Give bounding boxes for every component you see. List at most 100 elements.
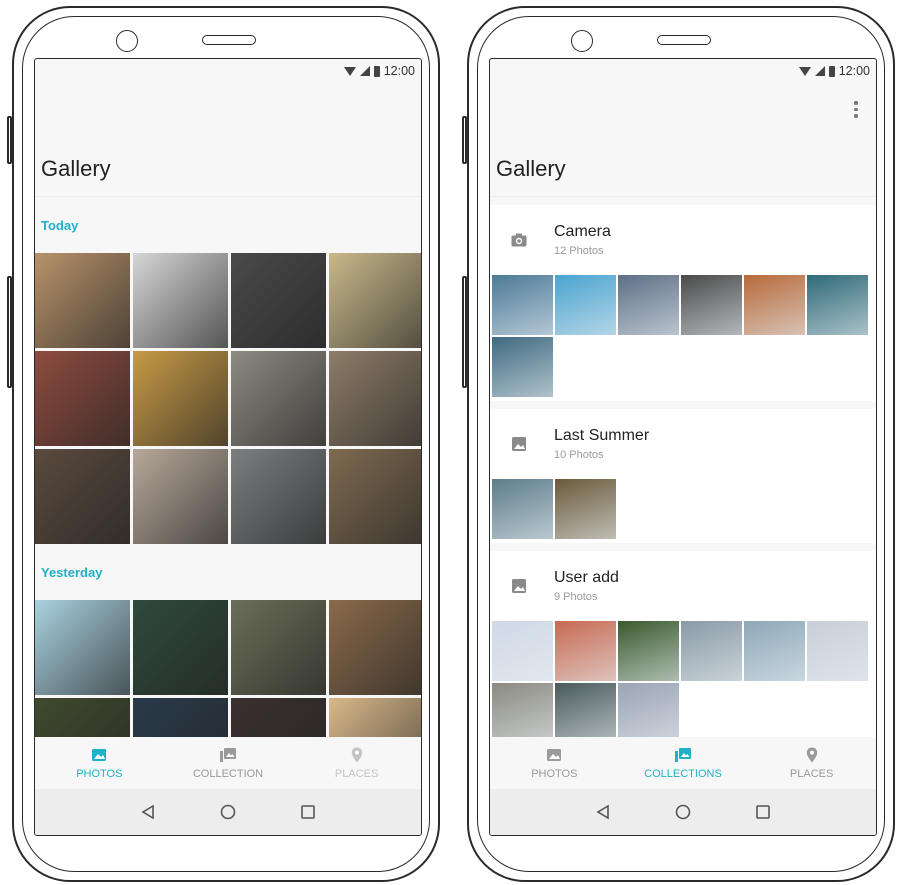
photo-thumbnail[interactable] [329,600,421,695]
collection-photos [490,621,876,737]
photo-thumbnail[interactable] [231,351,326,446]
photo-thumbnail[interactable] [133,449,228,544]
photo-thumbnail[interactable] [492,683,553,737]
photo-thumbnail[interactable] [133,351,228,446]
photo-thumbnail[interactable] [618,621,679,681]
photo-thumbnail[interactable] [35,698,130,737]
photo-thumbnail[interactable] [492,337,553,397]
photo-thumbnail[interactable] [231,449,326,544]
photo-thumbnail[interactable] [231,698,326,737]
system-navigation [490,789,876,835]
nav-places[interactable]: PLACES [752,746,872,780]
recents-icon[interactable] [754,803,772,821]
photo-thumbnail[interactable] [329,351,421,446]
battery-icon [373,65,380,77]
nav-collection[interactable]: COLLECTION [168,746,288,780]
photo-thumbnail[interactable] [35,449,130,544]
screen-photos: 12:00 Gallery Today Yesterday PHOTOS COLLE… [34,58,422,836]
nav-places[interactable]: PLACES [297,746,417,780]
collections-list[interactable]: Camera 12 Photos Last Summer 10 Photos User … [490,205,876,737]
bottom-navigation: PHOTOS COLLECTIONS PLACES [490,737,876,789]
phone-right: 12:00 Gallery Camera 12 Photos Last Summer… [462,6,895,882]
place-icon [806,747,817,763]
nav-label: PLACES [334,768,379,780]
status-time: 12:00 [838,64,870,78]
collection-name: User add [554,569,619,586]
photo-thumbnail[interactable] [35,351,130,446]
collection-card[interactable]: User add 9 Photos [490,551,876,737]
photo-thumbnail[interactable] [133,698,228,737]
collection-count: 10 Photos [554,449,604,461]
status-bar: 12:00 [490,59,876,83]
nav-collections[interactable]: COLLECTIONS [623,746,743,780]
wifi-icon [343,66,356,76]
collection-card[interactable]: Last Summer 10 Photos [490,409,876,543]
photo-thumbnail[interactable] [681,621,742,681]
status-bar: 12:00 [35,59,421,83]
photo-thumbnail[interactable] [492,621,553,681]
nav-photos[interactable]: PHOTOS [39,746,159,780]
collection-icon [674,748,691,762]
back-icon[interactable] [139,803,157,821]
collection-name: Last Summer [554,427,650,444]
photo-thumbnail[interactable] [133,253,228,348]
photo-thumbnail[interactable] [555,275,616,335]
photo-thumbnail[interactable] [807,275,868,335]
photo-grid [35,600,421,737]
photo-thumbnail[interactable] [807,621,868,681]
collection-photos [490,275,876,401]
photo-thumbnail[interactable] [329,698,421,737]
nav-photos[interactable]: PHOTOS [494,746,614,780]
section-label: Yesterday [41,564,103,580]
overflow-menu-icon[interactable] [854,101,858,118]
wifi-icon [798,66,811,76]
home-icon[interactable] [674,803,692,821]
photo-thumbnail[interactable] [555,621,616,681]
speaker-grille [202,35,256,45]
volume-button [7,116,12,164]
speaker-grille [657,35,711,45]
photo-icon [92,749,107,761]
side-button [7,276,12,388]
nav-label: PHOTOS [531,768,578,780]
photo-thumbnail[interactable] [744,621,805,681]
photos-feed[interactable]: Today Yesterday [35,197,421,737]
photo-grid [35,253,421,544]
battery-icon [828,65,835,77]
nav-label: COLLECTION [192,768,264,780]
photo-thumbnail[interactable] [744,275,805,335]
photo-thumbnail[interactable] [35,600,130,695]
collection-photos [490,479,876,543]
photo-thumbnail[interactable] [618,683,679,737]
nav-label: COLLECTIONS [644,768,722,780]
phone-left: 12:00 Gallery Today Yesterday PHOTOS COLLE… [7,6,440,882]
photo-thumbnail[interactable] [329,253,421,348]
photo-thumbnail[interactable] [231,600,326,695]
recents-icon[interactable] [299,803,317,821]
signal-icon [814,66,825,76]
camera-icon [511,233,527,247]
photo-thumbnail[interactable] [492,275,553,335]
back-icon[interactable] [594,803,612,821]
signal-icon [359,66,370,76]
nav-label: PHOTOS [76,768,123,780]
collection-name: Camera [554,223,611,240]
photo-thumbnail[interactable] [231,253,326,348]
photo-thumbnail[interactable] [555,683,616,737]
screen-collections: 12:00 Gallery Camera 12 Photos Last Summer… [489,58,877,836]
collection-count: 9 Photos [554,591,598,603]
photo-thumbnail[interactable] [133,600,228,695]
photo-thumbnail[interactable] [492,479,553,539]
home-icon[interactable] [219,803,237,821]
photo-thumbnail[interactable] [35,253,130,348]
photo-thumbnail[interactable] [681,275,742,335]
photo-thumbnail[interactable] [555,479,616,539]
collection-card[interactable]: Camera 12 Photos [490,205,876,401]
collection-header: User add 9 Photos [490,551,876,621]
app-bar: Gallery [490,83,876,197]
collection-header: Last Summer 10 Photos [490,409,876,479]
photo-thumbnail[interactable] [618,275,679,335]
side-button [462,276,467,388]
app-bar: Gallery [35,83,421,197]
photo-thumbnail[interactable] [329,449,421,544]
